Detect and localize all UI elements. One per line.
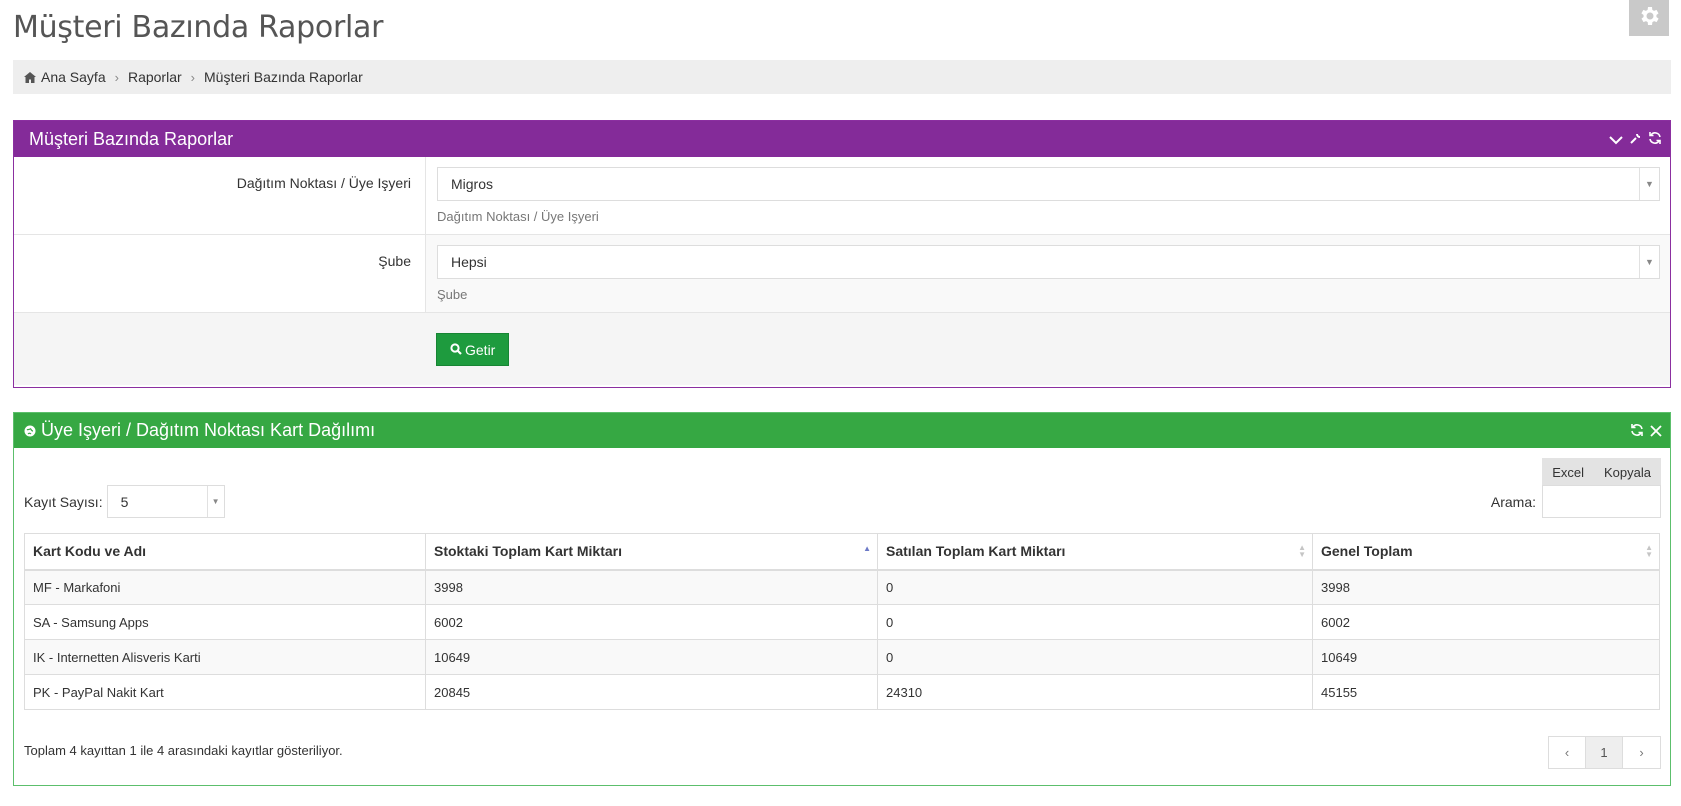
search-input[interactable] xyxy=(1542,485,1661,518)
pagination: ‹ 1 › xyxy=(1548,736,1661,769)
branch-select[interactable]: Hepsi ▼ xyxy=(437,245,1660,279)
filter-panel-title: Müşteri Bazında Raporlar xyxy=(29,128,234,149)
export-toolbar: Excel Kopyala xyxy=(1542,458,1661,487)
sort-asc-icon: ▲ xyxy=(863,544,871,553)
table-cell: SA - Samsung Apps xyxy=(24,604,426,640)
copy-button[interactable]: Kopyala xyxy=(1594,458,1661,487)
home-icon xyxy=(24,71,36,83)
branch-help: Şube xyxy=(437,287,468,302)
table-cell: 10649 xyxy=(425,639,878,675)
filter-panel-header: Müşteri Bazında Raporlar xyxy=(14,121,1670,157)
table-header-row: Kart Kodu ve Adı Stoktaki Toplam Kart Mi… xyxy=(24,533,1660,571)
results-panel: Üye Işyeri / Dağıtım Noktası Kart Dağılı… xyxy=(13,412,1671,786)
branch-label: Şube xyxy=(14,235,426,312)
table-info: Toplam 4 kayıttan 1 ile 4 arasındaki kay… xyxy=(24,743,343,758)
breadcrumb-current: Müşteri Bazında Raporlar xyxy=(204,69,363,85)
column-header-total[interactable]: Genel Toplam ▲ ▼ xyxy=(1312,533,1660,571)
table-cell: MF - Markafoni xyxy=(24,569,426,605)
distribution-point-value: Migros xyxy=(451,176,494,192)
sort-icon: ▲ ▼ xyxy=(1645,543,1653,559)
table-search: Arama: xyxy=(1491,485,1661,518)
chevron-down-icon[interactable] xyxy=(1609,129,1623,150)
table-cell: 20845 xyxy=(425,674,878,710)
getir-button[interactable]: Getir xyxy=(436,333,510,366)
column-header-label: Stoktaki Toplam Kart Miktarı xyxy=(434,543,623,560)
column-header-label: Kart Kodu ve Adı xyxy=(33,543,147,560)
chevron-right-icon: › xyxy=(114,69,119,85)
page-length-value: 5 xyxy=(120,493,129,510)
pagination-prev-button[interactable]: ‹ xyxy=(1549,737,1586,768)
page-length-control: Kayıt Sayısı: 5 ▼ xyxy=(24,485,225,518)
table-cell: 0 xyxy=(877,604,1313,640)
breadcrumb-reports-link[interactable]: Raporlar xyxy=(128,69,182,85)
search-label: Arama: xyxy=(1490,493,1536,510)
column-header-label: Satılan Toplam Kart Miktarı xyxy=(886,543,1066,560)
filter-actions: Getir xyxy=(14,313,1670,385)
breadcrumb: Ana Sayfa › Raporlar › Müşteri Bazında R… xyxy=(13,60,1671,94)
table-cell: 6002 xyxy=(1312,604,1660,640)
globe-icon xyxy=(24,425,36,437)
results-table: Kart Kodu ve Adı Stoktaki Toplam Kart Mi… xyxy=(24,533,1660,710)
column-header-sold[interactable]: Satılan Toplam Kart Miktarı ▲ ▼ xyxy=(877,533,1313,571)
branch-value: Hepsi xyxy=(451,254,487,270)
table-cell: IK - Internetten Alisveris Karti xyxy=(24,639,426,675)
column-header-stock[interactable]: Stoktaki Toplam Kart Miktarı ▲ xyxy=(425,533,878,571)
page-title: Müşteri Bazında Raporlar xyxy=(13,10,384,45)
table-cell: 24310 xyxy=(877,674,1313,710)
table-cell: PK - PayPal Nakit Kart xyxy=(24,674,426,710)
page-length-select[interactable]: 5 ▼ xyxy=(106,485,225,518)
table-cell: 3998 xyxy=(1312,569,1660,605)
chevron-right-icon: › xyxy=(190,69,195,85)
sort-icon: ▲ ▼ xyxy=(1298,543,1306,559)
table-cell: 0 xyxy=(877,639,1313,675)
wrench-icon[interactable] xyxy=(1629,129,1642,150)
table-row: IK - Internetten Alisveris Karti 10649 0… xyxy=(24,639,1660,675)
excel-button[interactable]: Excel xyxy=(1542,458,1594,487)
table-row: SA - Samsung Apps 6002 0 6002 xyxy=(24,604,1660,640)
dropdown-arrow-icon: ▼ xyxy=(1639,168,1659,200)
page-length-label: Kayıt Sayısı: xyxy=(24,493,103,510)
breadcrumb-home-link[interactable]: Ana Sayfa xyxy=(41,69,106,85)
distribution-point-label: Dağıtım Noktası / Üye Işyeri xyxy=(14,157,426,234)
dropdown-arrow-icon: ▼ xyxy=(1639,246,1659,278)
results-panel-title: Üye Işyeri / Dağıtım Noktası Kart Dağılı… xyxy=(41,420,376,440)
refresh-icon[interactable] xyxy=(1630,421,1644,442)
results-panel-header: Üye Işyeri / Dağıtım Noktası Kart Dağılı… xyxy=(14,413,1670,448)
settings-button[interactable] xyxy=(1629,0,1669,36)
table-cell: 3998 xyxy=(425,569,878,605)
column-header-card[interactable]: Kart Kodu ve Adı xyxy=(24,533,426,571)
gear-icon xyxy=(1637,4,1661,33)
getir-button-label: Getir xyxy=(465,341,496,358)
close-icon[interactable] xyxy=(1650,421,1662,442)
table-cell: 10649 xyxy=(1312,639,1660,675)
pagination-page-1[interactable]: 1 xyxy=(1586,737,1623,768)
pagination-next-button[interactable]: › xyxy=(1623,737,1660,768)
refresh-icon[interactable] xyxy=(1648,129,1662,150)
branch-row: Şube Hepsi ▼ Şube xyxy=(14,235,1670,313)
table-row: MF - Markafoni 3998 0 3998 xyxy=(24,569,1660,605)
column-header-label: Genel Toplam xyxy=(1321,543,1413,560)
table-cell: 45155 xyxy=(1312,674,1660,710)
distribution-point-select[interactable]: Migros ▼ xyxy=(437,167,1660,201)
search-icon xyxy=(450,342,462,358)
distribution-point-help: Dağıtım Noktası / Üye Işyeri xyxy=(437,209,599,224)
table-row: PK - PayPal Nakit Kart 20845 24310 45155 xyxy=(24,674,1660,710)
dropdown-arrow-icon: ▼ xyxy=(206,486,224,517)
table-cell: 6002 xyxy=(425,604,878,640)
distribution-point-row: Dağıtım Noktası / Üye Işyeri Migros ▼ Da… xyxy=(14,157,1670,235)
table-cell: 0 xyxy=(877,569,1313,605)
filter-panel: Müşteri Bazında Raporlar Dağıtım Noktası… xyxy=(13,120,1671,388)
